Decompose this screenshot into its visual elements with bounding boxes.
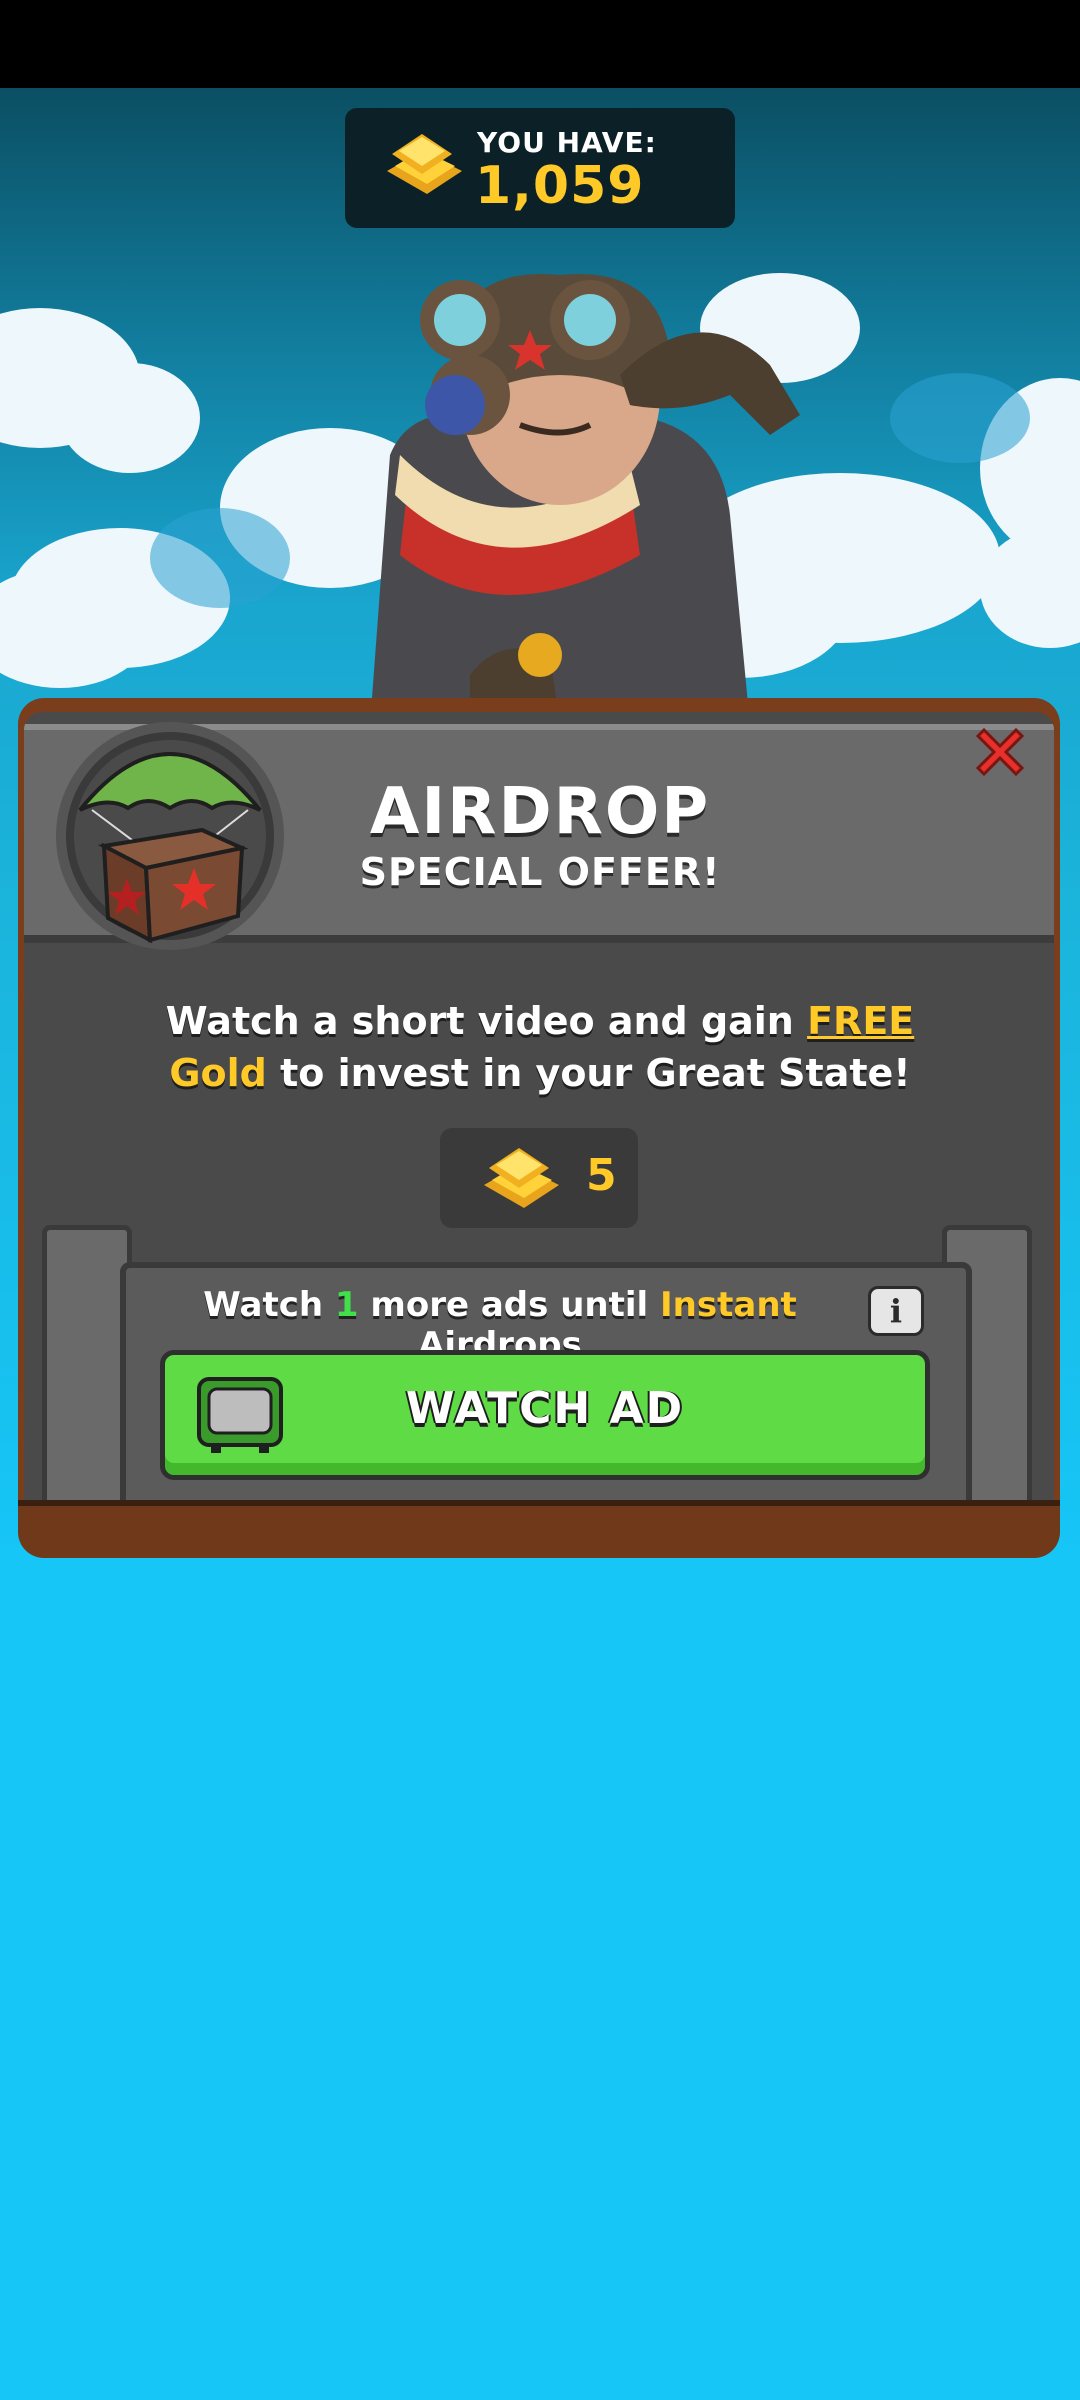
reward-box: 5 [440,1128,638,1228]
gold-word: Gold [169,1051,267,1095]
status-bar [0,0,1080,88]
info-icon[interactable]: i [868,1286,924,1336]
hint-count: 1 [334,1285,359,1325]
dialog-title: AIRDROP [369,775,711,849]
free-word: FREE [807,999,915,1043]
you-have-label: YOU HAVE: [477,126,657,159]
watch-ad-label: WATCH AD [405,1383,685,1434]
wood-bottom-border [18,1500,1060,1558]
watch-ad-button[interactable]: WATCH AD [160,1350,930,1480]
desc-text-2: to invest in your Great State! [266,1051,911,1095]
dialog-description: Watch a short video and gain FREE Gold t… [120,995,960,1099]
desc-text-1: Watch a short video and gain [165,999,808,1043]
hint-prefix: Watch [203,1285,335,1325]
hint-middle: more ads until [358,1285,661,1325]
gold-balance: YOU HAVE: 1,059 [345,108,735,228]
left-post [42,1225,132,1545]
close-icon[interactable] [968,720,1032,784]
gold-bars-icon [387,134,462,194]
reward-amount: 5 [586,1150,617,1201]
gold-amount: 1,059 [475,156,645,216]
hint-instant: Instant [660,1285,797,1325]
background-fill [0,1560,1080,2400]
pilot-character [370,274,800,725]
dialog-subtitle: SPECIAL OFFER! [359,850,721,894]
gold-bars-icon [484,1148,559,1208]
